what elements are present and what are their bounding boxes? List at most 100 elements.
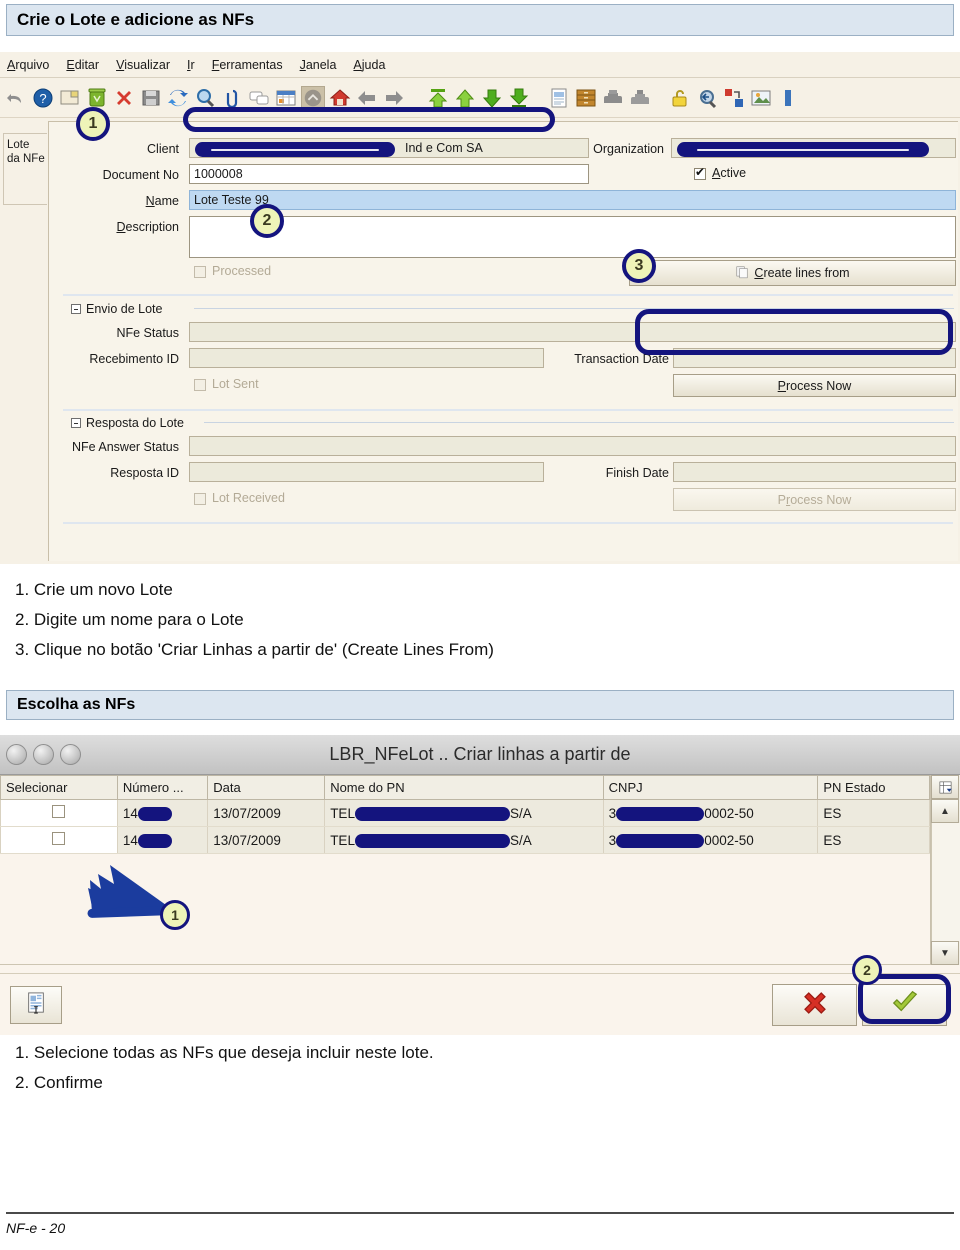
cancel-button[interactable] [772,984,857,1026]
active-workflow-icon[interactable] [722,86,746,110]
zoom-across-icon[interactable] [695,86,719,110]
resposta-id-field[interactable] [189,462,544,482]
process-now-envio-button[interactable]: Process Now [673,374,956,397]
help-icon[interactable]: ? [31,86,55,110]
detail-view-icon[interactable] [547,86,571,110]
nfe-status-field[interactable] [189,322,956,342]
attachment-icon[interactable] [220,86,244,110]
group-resposta-do-lote[interactable]: Resposta do Lote [71,416,184,430]
row-checkbox[interactable] [52,805,66,818]
menu-item-janela[interactable]: Janela [300,58,337,72]
page-footer: NF-e - 20 [6,1212,954,1236]
dialog-title: LBR_NFeLot .. Criar linhas a partir de [329,744,631,764]
cnpj-suffix: 0002-50 [704,832,754,848]
forward-icon[interactable] [382,86,406,110]
lock-icon[interactable] [668,86,692,110]
report-icon [25,991,47,1020]
image-icon[interactable] [749,86,773,110]
menu-item-visualizar[interactable]: Visualizar [116,58,170,72]
lote-form-panel: Client Ind e Com SA Organization Documen… [48,121,958,561]
cell-data: 13/07/2009 [207,799,326,827]
print-icon[interactable] [628,86,652,110]
home-icon[interactable] [328,86,352,110]
nome-pn-redaction [354,806,510,821]
previous-record-icon[interactable] [453,86,477,110]
info-icon[interactable] [776,86,800,110]
group-resposta-title: Resposta do Lote [86,416,184,430]
page-footer-text: NF-e - 20 [6,1220,66,1236]
scroll-track[interactable] [931,823,960,941]
description-field[interactable] [189,216,956,258]
work-area: Lote da NFe Client Ind e Com SA Organiza… [0,119,960,564]
nfe-status-label: NFe Status [116,326,179,340]
undo-icon[interactable] [4,86,28,110]
client-field[interactable]: Ind e Com SA [189,138,589,158]
menu-item-ajuda[interactable]: Ajuda [353,58,385,72]
column-header-numero[interactable]: Número ... [116,775,209,800]
name-field[interactable]: Lote Teste 99 [189,190,956,210]
collapse-icon[interactable] [71,304,81,314]
group-envio-de-lote[interactable]: Envio de Lote [71,302,162,316]
transaction-date-label: Transaction Date [574,352,669,366]
transaction-date-field[interactable] [673,348,956,368]
home-active-icon[interactable] [301,85,325,110]
tool-bar: ? [0,78,960,118]
column-header-pn-estado[interactable]: PN Estado [817,775,930,800]
dialog-title-bar: LBR_NFeLot .. Criar linhas a partir de [0,735,960,775]
refresh-icon[interactable] [166,86,190,110]
column-header-selecionar[interactable]: Selecionar [0,775,118,800]
column-picker-icon[interactable] [931,775,959,799]
print-preview-icon[interactable] [601,86,625,110]
collapse-icon[interactable] [71,418,81,428]
document-no-field[interactable]: 1000008 [189,164,589,184]
delete-record-icon[interactable] [85,86,109,110]
active-checkbox[interactable] [694,165,706,180]
process-now-envio-label: Process Now [777,378,852,393]
report-button[interactable] [10,986,62,1024]
menu-item-ferramentas[interactable]: Ferramentas [212,58,283,72]
menu-item-editar[interactable]: Editar [66,58,99,72]
column-header-data[interactable]: Data [207,775,326,800]
processed-checkbox [194,266,206,278]
back-icon[interactable] [355,86,379,110]
cell-data: 13/07/2009 [207,826,326,854]
row-select-cell[interactable] [0,799,118,827]
callout-badge-dialog-2: 2 [852,955,882,985]
nfe-answer-status-field[interactable] [189,436,956,456]
delete-all-icon[interactable] [112,86,136,110]
step-item: 2. Confirme [15,1073,103,1092]
tab-lote-da-nfe[interactable]: Lote da NFe [3,133,47,205]
menu-item-arquivo[interactable]: Arquivo [7,58,49,72]
table-row[interactable]: 14 13/07/2009 TEL S/A 3 0002-50 ES [0,826,930,854]
create-lines-from-button[interactable]: Create lines from [629,260,956,286]
confirm-button[interactable] [862,984,947,1026]
column-header-cnpj[interactable]: CNPJ [602,775,819,800]
scroll-down-icon[interactable]: ▼ [931,941,959,965]
report-icon[interactable] [274,86,298,110]
column-header-nome-do-pn[interactable]: Nome do PN [324,775,604,800]
next-record-icon[interactable] [480,86,504,110]
table-row[interactable]: 14 13/07/2009 TEL S/A 3 0002-50 ES [0,799,930,827]
description-label: Description [116,220,179,234]
find-icon[interactable] [193,86,217,110]
save-icon[interactable] [139,86,163,110]
organization-label: Organization [593,142,664,156]
cell-cnpj: 3 0002-50 [602,826,819,854]
recebimento-id-field[interactable] [189,348,544,368]
finish-date-field[interactable] [673,462,956,482]
table-scrollbar[interactable]: ▲ ▼ [930,775,960,965]
last-record-icon[interactable] [507,86,531,110]
page-title-text: Crie o Lote e adicione as NFs [17,10,255,29]
row-checkbox[interactable] [52,832,66,845]
callout-badge-dialog-1: 1 [160,900,190,930]
first-record-icon[interactable] [426,86,450,110]
chat-icon[interactable] [247,86,271,110]
menu-item-ir[interactable]: Ir [187,58,195,72]
new-record-icon[interactable] [58,86,82,110]
cell-cnpj: 3 0002-50 [602,799,819,827]
organization-field[interactable] [671,138,956,158]
archive-icon[interactable] [574,86,598,110]
row-select-cell[interactable] [0,826,118,854]
process-now-resposta-button[interactable]: Process Now [673,488,956,511]
scroll-up-icon[interactable]: ▲ [931,799,959,823]
